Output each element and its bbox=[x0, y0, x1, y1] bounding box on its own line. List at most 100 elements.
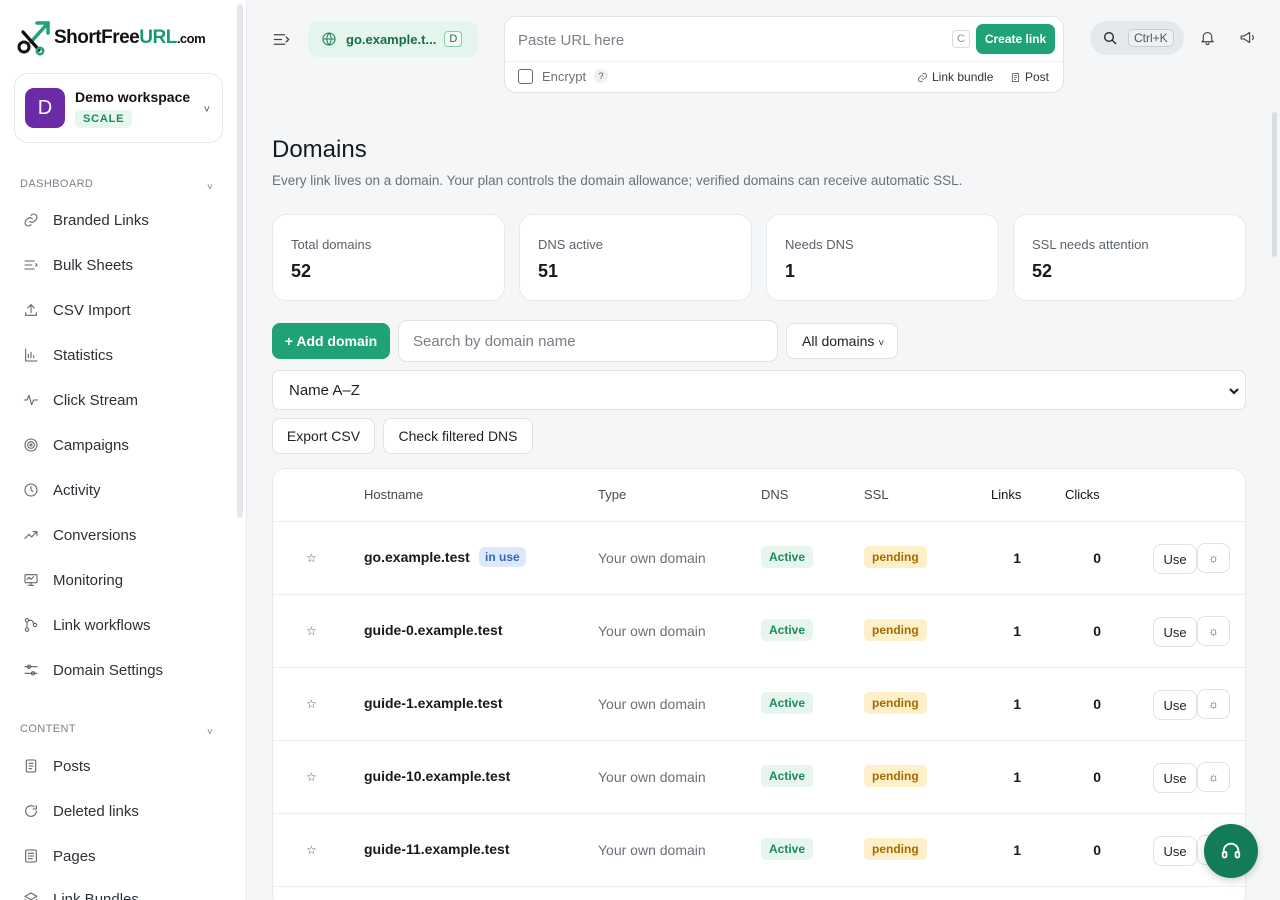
sidebar-item-branded-links[interactable]: Branded Links bbox=[22, 205, 232, 235]
sidebar-item-posts[interactable]: Posts bbox=[22, 751, 232, 781]
settings-icon[interactable]: ☼ bbox=[1197, 762, 1230, 792]
headset-icon bbox=[1221, 842, 1241, 859]
use-domain-button[interactable]: Use bbox=[1153, 690, 1197, 720]
column-header-dns[interactable]: DNS bbox=[761, 487, 788, 502]
current-domain-selector[interactable]: go.example.t... D bbox=[308, 21, 478, 57]
stat-value: 51 bbox=[538, 261, 559, 281]
stat-label: SSL needs attention bbox=[1032, 237, 1149, 252]
encrypt-checkbox[interactable] bbox=[518, 69, 533, 84]
url-shortcut-key: C bbox=[952, 30, 970, 48]
sidebar-item-deleted-links[interactable]: Deleted links bbox=[22, 796, 232, 826]
layers-icon bbox=[22, 890, 40, 900]
sidebar-item-label: Activity bbox=[53, 481, 101, 499]
settings-icon[interactable]: ☼ bbox=[1197, 616, 1230, 646]
workflow-icon bbox=[22, 616, 40, 634]
domains-table: Hostname Type DNS SSL Links Clicks ☆ go.… bbox=[272, 468, 1246, 900]
domain-type: Your own domain bbox=[598, 696, 706, 712]
column-header-clicks[interactable]: Clicks bbox=[1065, 487, 1100, 502]
link-icon bbox=[918, 72, 927, 82]
sidebar-item-campaigns[interactable]: Campaigns bbox=[22, 430, 232, 460]
post-button[interactable]: Post bbox=[1010, 70, 1049, 84]
export-csv-button[interactable]: Export CSV bbox=[272, 418, 375, 454]
sidebar-item-bulk-sheets[interactable]: Bulk Sheets bbox=[22, 250, 232, 280]
domain-search-input[interactable] bbox=[398, 320, 778, 362]
use-domain-button[interactable]: Use bbox=[1153, 544, 1197, 574]
megaphone-icon[interactable] bbox=[1239, 29, 1257, 47]
star-icon[interactable]: ☆ bbox=[306, 770, 317, 784]
monitor-icon bbox=[22, 571, 40, 589]
search-icon bbox=[1104, 32, 1117, 45]
settings-icon[interactable]: ☼ bbox=[1197, 543, 1230, 573]
add-domain-button[interactable]: + Add domain bbox=[272, 323, 390, 359]
domain-shortcut-key: D bbox=[444, 31, 463, 47]
in-use-badge: in use bbox=[479, 547, 526, 567]
help-icon[interactable]: ? bbox=[594, 69, 608, 83]
page-scrollbar[interactable] bbox=[1272, 112, 1277, 257]
sidebar-item-statistics[interactable]: Statistics bbox=[22, 340, 232, 370]
sidebar-item-activity[interactable]: Activity bbox=[22, 475, 232, 505]
star-icon[interactable]: ☆ bbox=[306, 843, 317, 857]
star-icon[interactable]: ☆ bbox=[306, 624, 317, 638]
bar-chart-icon bbox=[22, 346, 40, 364]
sidebar-item-label: Link Bundles bbox=[53, 890, 139, 900]
link-icon bbox=[22, 211, 40, 229]
stat-label: Total domains bbox=[291, 237, 372, 252]
sidebar-item-conversions[interactable]: Conversions bbox=[22, 520, 232, 550]
star-icon[interactable]: ☆ bbox=[306, 551, 317, 565]
column-header-hostname[interactable]: Hostname bbox=[364, 487, 423, 502]
use-domain-button[interactable]: Use bbox=[1153, 836, 1197, 866]
ssl-status-badge: pending bbox=[864, 838, 927, 860]
divider bbox=[505, 61, 1063, 62]
bell-icon[interactable] bbox=[1199, 29, 1217, 47]
clicks-count: 0 bbox=[1093, 623, 1101, 639]
clock-icon bbox=[22, 481, 40, 499]
column-header-ssl[interactable]: SSL bbox=[864, 487, 889, 502]
create-link-button[interactable]: Create link bbox=[976, 24, 1055, 54]
brand-logo[interactable]: ShortFreeURL.com bbox=[17, 20, 206, 56]
sidebar-item-label: Conversions bbox=[53, 526, 137, 544]
document-icon bbox=[22, 757, 40, 775]
sidebar-item-link-workflows[interactable]: Link workflows bbox=[22, 610, 232, 640]
sidebar-item-domain-settings[interactable]: Domain Settings bbox=[22, 655, 232, 685]
sidebar-item-pages[interactable]: Pages bbox=[22, 841, 232, 871]
table-row: ☆ guide-11.example.test Your own domain … bbox=[273, 814, 1245, 887]
workspace-switcher[interactable]: D Demo workspace SCALE ˅ bbox=[14, 73, 223, 143]
sidebar-item-label: Campaigns bbox=[53, 436, 129, 454]
document-icon bbox=[1011, 72, 1020, 82]
links-count: 1 bbox=[1013, 842, 1021, 858]
sidebar-item-click-stream[interactable]: Click Stream bbox=[22, 385, 232, 415]
chevron-down-icon[interactable]: ˅ bbox=[207, 727, 213, 738]
sidebar-item-link-bundles[interactable]: Link Bundles bbox=[22, 884, 232, 900]
sidebar-item-label: Deleted links bbox=[53, 802, 139, 820]
sort-select[interactable]: Name A–Z bbox=[272, 370, 1246, 410]
stat-value: 1 bbox=[785, 261, 796, 281]
star-icon[interactable]: ☆ bbox=[306, 697, 317, 711]
refresh-icon bbox=[22, 802, 40, 820]
check-dns-button[interactable]: Check filtered DNS bbox=[383, 418, 533, 454]
sidebar-scrollbar[interactable] bbox=[237, 4, 243, 518]
domain-filter-dropdown[interactable]: All domains ˅ bbox=[786, 323, 898, 359]
sidebar-item-label: Link workflows bbox=[53, 616, 151, 634]
column-header-links[interactable]: Links bbox=[991, 487, 1021, 502]
use-domain-button[interactable]: Use bbox=[1153, 617, 1197, 647]
sidebar-item-label: CSV Import bbox=[53, 301, 131, 319]
support-chat-button[interactable] bbox=[1204, 824, 1258, 878]
domain-type: Your own domain bbox=[598, 623, 706, 639]
menu-toggle-icon[interactable] bbox=[270, 28, 292, 50]
stat-value: 52 bbox=[1032, 261, 1053, 281]
dns-status-badge: Active bbox=[761, 838, 814, 860]
stat-label: DNS active bbox=[538, 237, 604, 252]
use-domain-button[interactable]: Use bbox=[1153, 763, 1197, 793]
chevron-down-icon[interactable]: ˅ bbox=[207, 182, 213, 193]
sidebar-item-csv-import[interactable]: CSV Import bbox=[22, 295, 232, 325]
sidebar-item-monitoring[interactable]: Monitoring bbox=[22, 565, 232, 595]
hostname: guide-11.example.test bbox=[364, 841, 510, 857]
column-header-type[interactable]: Type bbox=[598, 487, 626, 502]
link-bundle-button[interactable]: Link bundle bbox=[917, 70, 993, 84]
ssl-status-badge: pending bbox=[864, 765, 927, 787]
settings-icon[interactable]: ☼ bbox=[1197, 689, 1230, 719]
global-search-button[interactable]: Ctrl+K bbox=[1090, 21, 1184, 55]
url-input[interactable] bbox=[518, 32, 938, 49]
link-bundle-label: Link bundle bbox=[932, 70, 994, 84]
domain-type: Your own domain bbox=[598, 769, 706, 785]
